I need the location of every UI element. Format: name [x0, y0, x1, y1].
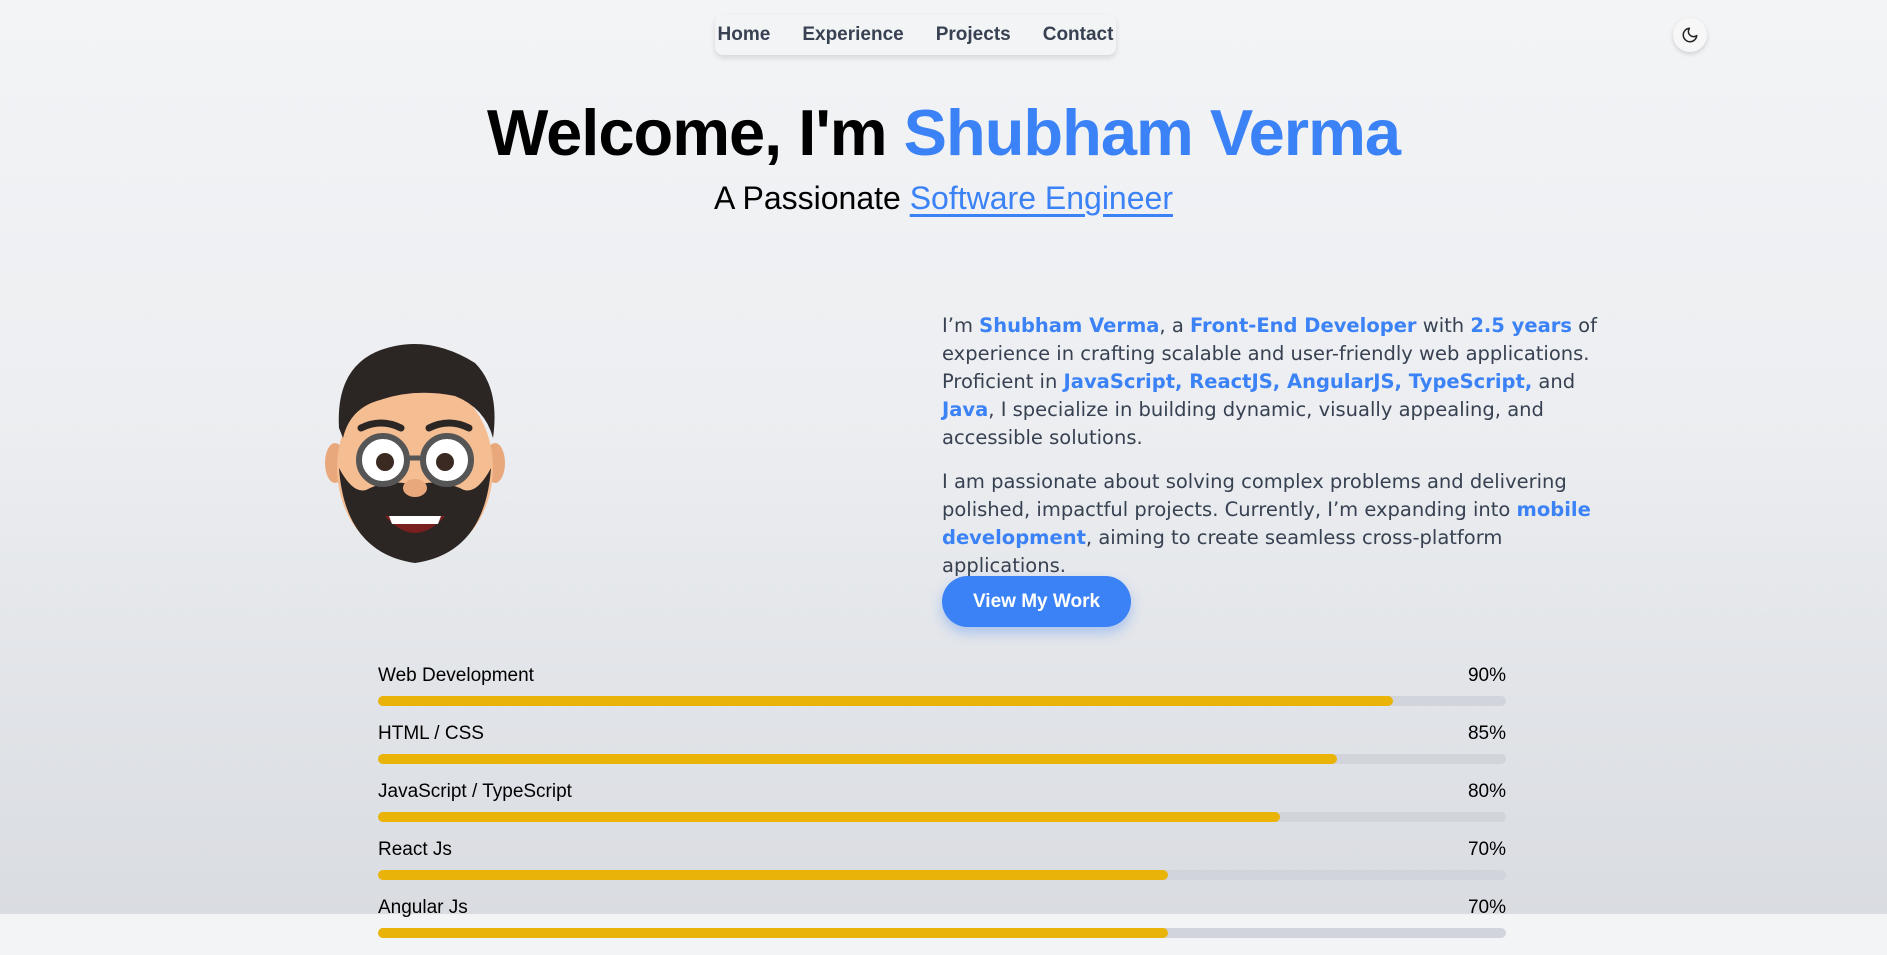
skill-bar-track — [378, 812, 1506, 822]
skill-percent: 70% — [1467, 839, 1506, 860]
body-text: with — [1416, 314, 1471, 337]
skill-item: JavaScript / TypeScript 80% — [378, 781, 1506, 839]
about-text: I’m Shubham Verma, a Front-End Developer… — [942, 312, 1602, 596]
highlight-text: Front-End Developer — [1189, 314, 1417, 337]
skill-percent: 85% — [1467, 723, 1506, 744]
nav-projects[interactable]: Projects — [936, 24, 1011, 46]
skill-item: Web Development 90% — [378, 665, 1506, 723]
skill-bar-fill — [378, 754, 1337, 764]
avatar — [325, 344, 505, 563]
skill-bar-track — [378, 870, 1506, 880]
skill-bar-fill — [378, 928, 1168, 938]
about-paragraph-1: I’m Shubham Verma, a Front-End Developer… — [942, 312, 1602, 452]
hero-title-prefix: Welcome, I'm — [486, 96, 904, 169]
skill-name: Web Development — [378, 665, 534, 686]
hero-name: Shubham Verma — [903, 96, 1401, 169]
nav-experience[interactable]: Experience — [802, 24, 903, 46]
view-my-work-button[interactable]: View My Work — [942, 576, 1131, 627]
highlight-text: 2.5 years — [1470, 314, 1572, 337]
top-nav: Home Experience Projects Contact — [715, 15, 1116, 55]
subtitle-role-link[interactable]: Software Engineer — [910, 180, 1173, 216]
about-paragraph-2: I am passionate about solving complex pr… — [942, 468, 1602, 580]
skill-percent: 90% — [1467, 665, 1506, 686]
skill-item: React Js 70% — [378, 839, 1506, 897]
skill-bar-fill — [378, 696, 1394, 706]
body-text: , a — [1159, 314, 1190, 337]
skill-name: Angular Js — [378, 897, 468, 918]
body-text: I am passionate about solving complex pr… — [942, 470, 1567, 521]
skill-name: JavaScript / TypeScript — [378, 781, 572, 802]
skill-name: React Js — [378, 839, 452, 860]
skill-item: HTML / CSS 85% — [378, 723, 1506, 781]
body-text: I’m — [942, 314, 980, 337]
nav-home[interactable]: Home — [718, 24, 771, 46]
skill-bar-track — [378, 696, 1506, 706]
skills-list: Web Development 90% HTML / CSS 85% JavaS… — [378, 665, 1506, 955]
moon-icon — [1682, 27, 1698, 43]
skill-bar-fill — [378, 870, 1168, 880]
skill-percent: 80% — [1467, 781, 1506, 802]
skill-bar-fill — [378, 812, 1281, 822]
highlight-text: Java — [942, 398, 989, 421]
subtitle-prefix: A Passionate — [714, 180, 910, 216]
skill-bar-track — [378, 754, 1506, 764]
skill-percent: 70% — [1467, 897, 1506, 918]
skill-name: HTML / CSS — [378, 723, 484, 744]
theme-toggle-button[interactable] — [1673, 18, 1707, 52]
body-text: , I specialize in building dynamic, visu… — [942, 398, 1544, 449]
hero-title: Welcome, I'm Shubham Verma — [0, 95, 1887, 171]
highlight-text: JavaScript, ReactJS, AngularJS, TypeScri… — [1063, 370, 1533, 393]
highlight-text: Shubham Verma — [979, 314, 1160, 337]
skill-bar-track — [378, 928, 1506, 938]
skill-item: Angular Js 70% — [378, 897, 1506, 955]
hero-subtitle: A Passionate Software Engineer — [0, 178, 1887, 218]
body-text: and — [1532, 370, 1576, 393]
nav-contact[interactable]: Contact — [1043, 24, 1114, 46]
